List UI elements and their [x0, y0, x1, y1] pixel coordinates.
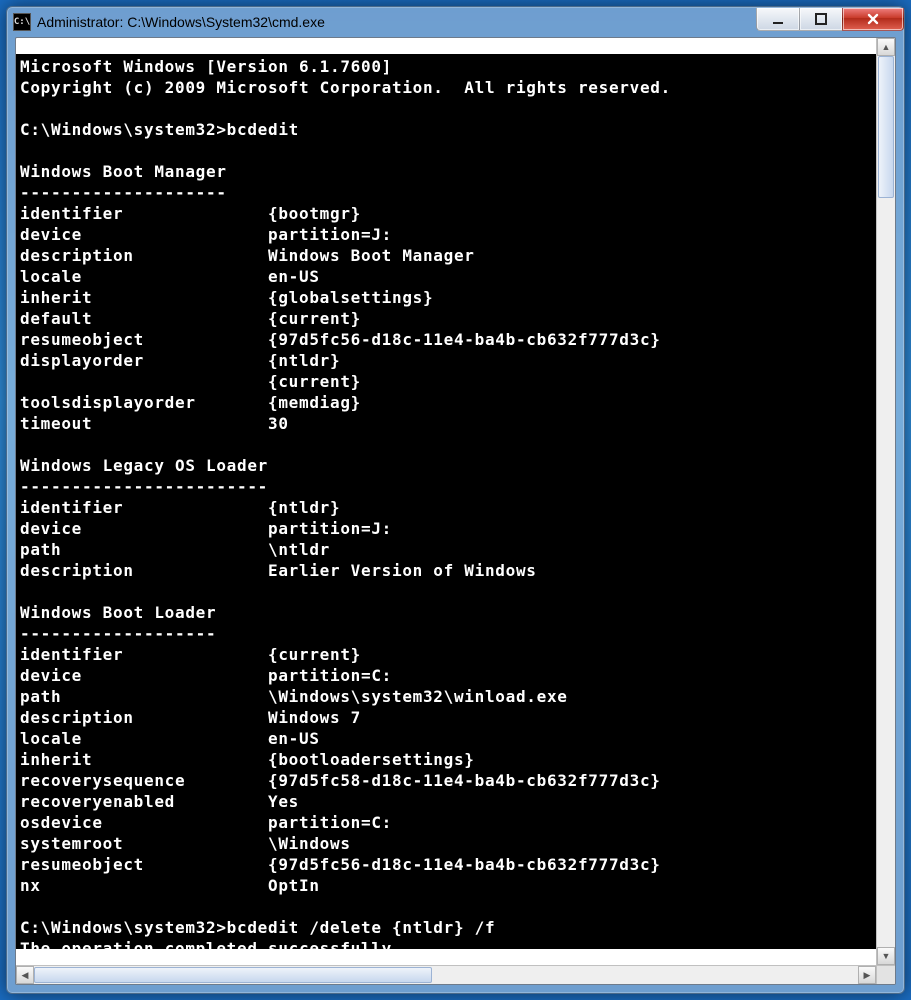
- scrollbar-corner: [876, 966, 895, 984]
- horizontal-scrollbar[interactable]: ◀ ▶: [16, 965, 895, 984]
- scroll-down-arrow-icon[interactable]: ▼: [877, 947, 895, 965]
- scroll-up-arrow-icon[interactable]: ▲: [877, 38, 895, 56]
- scroll-left-arrow-icon[interactable]: ◀: [16, 966, 34, 984]
- client-area: Microsoft Windows [Version 6.1.7600] Cop…: [15, 37, 896, 985]
- minimize-button[interactable]: [756, 8, 800, 31]
- titlebar[interactable]: C:\ Administrator: C:\Windows\System32\c…: [7, 7, 904, 37]
- vertical-scroll-track[interactable]: [877, 56, 895, 947]
- maximize-button[interactable]: [799, 8, 843, 31]
- vertical-scroll-thumb[interactable]: [878, 56, 894, 198]
- horizontal-scroll-track[interactable]: [34, 966, 858, 984]
- vertical-scrollbar[interactable]: ▲ ▼: [876, 38, 895, 965]
- window-buttons: [757, 8, 904, 30]
- window-title: Administrator: C:\Windows\System32\cmd.e…: [37, 14, 757, 30]
- cmd-app-icon: C:\: [13, 13, 31, 31]
- horizontal-scroll-thumb[interactable]: [34, 967, 432, 983]
- cmd-window: C:\ Administrator: C:\Windows\System32\c…: [6, 6, 905, 994]
- terminal-output[interactable]: Microsoft Windows [Version 6.1.7600] Cop…: [16, 54, 876, 949]
- scroll-right-arrow-icon[interactable]: ▶: [858, 966, 876, 984]
- close-button[interactable]: [842, 8, 904, 31]
